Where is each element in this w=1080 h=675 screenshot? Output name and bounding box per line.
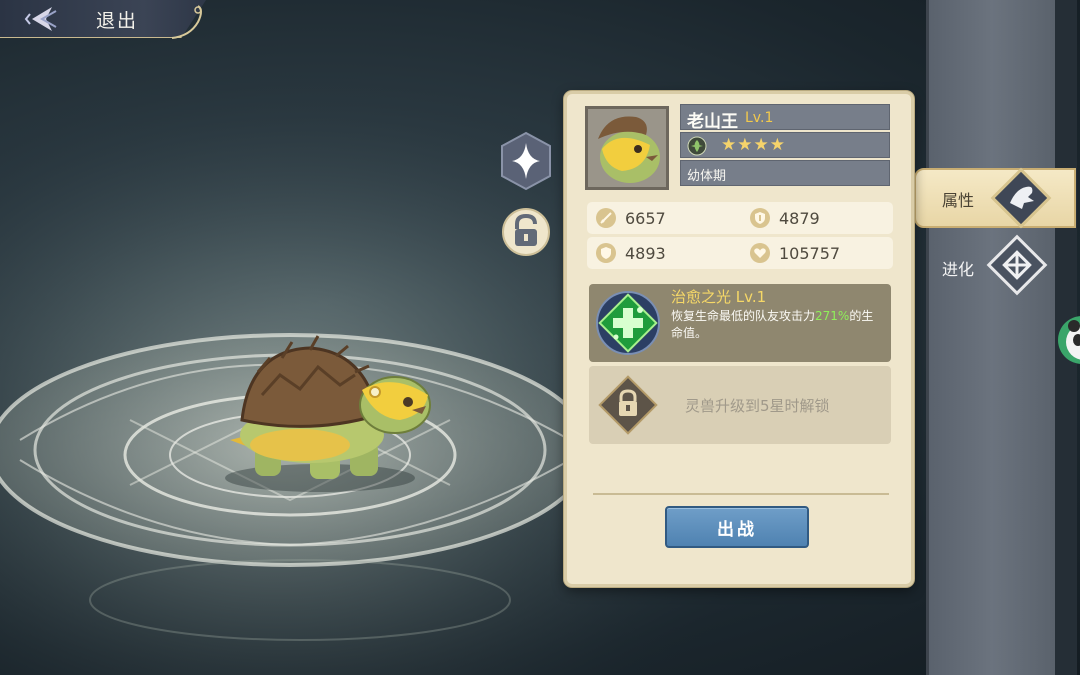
dragon-crest-icon bbox=[990, 167, 1052, 229]
sword-icon bbox=[596, 208, 616, 228]
skill-card-healing-light[interactable]: 治愈之光 Lv.1 恢复生命最低的队友攻击力271%的生命值。 bbox=[589, 284, 891, 362]
turtle-portrait-icon bbox=[588, 109, 666, 187]
tab-attributes[interactable]: 属性 bbox=[914, 167, 1076, 229]
panda-avatar-icon[interactable] bbox=[1056, 312, 1080, 368]
knot-crest-icon bbox=[986, 234, 1048, 296]
tab-attributes-label: 属性 bbox=[942, 191, 975, 210]
heart-icon bbox=[750, 243, 770, 263]
ornament-flourish-icon bbox=[171, 5, 202, 39]
back-arrow-icon bbox=[24, 7, 57, 31]
tab-evolution[interactable]: 进化 bbox=[930, 234, 1060, 296]
lock-toggle-button[interactable] bbox=[502, 208, 550, 256]
stat-armor-value: 4893 bbox=[625, 243, 666, 263]
locked-skill-text: 灵兽升级到5星时解锁 bbox=[685, 397, 830, 415]
stat-armor: 4893 bbox=[595, 237, 666, 269]
deploy-button[interactable]: 出战 bbox=[665, 506, 809, 548]
skill-level: Lv.1 bbox=[735, 288, 767, 306]
pet-portrait bbox=[585, 106, 669, 190]
side-tab-strip bbox=[926, 0, 1077, 675]
shield-icon bbox=[750, 208, 770, 228]
healing-cross-icon bbox=[596, 291, 660, 355]
exit-label: 退出 bbox=[96, 10, 139, 32]
stat-row-1: 6657 4879 bbox=[587, 202, 893, 234]
favorite-star-button[interactable] bbox=[498, 131, 554, 191]
pet-name-row: 老山王 Lv.1 bbox=[680, 104, 890, 132]
stat-row-2: 4893 105757 bbox=[587, 237, 893, 269]
skill-desc-before: 恢复生命最低的队友攻击力 bbox=[671, 309, 816, 323]
leaf-element-icon bbox=[687, 136, 707, 156]
pet-info-panel: 老山王 Lv.1 ★★★★ 幼体期 6657 4879 4893 105757 … bbox=[564, 91, 914, 587]
locked-skill-icon bbox=[598, 375, 658, 435]
skill-name: 治愈之光 bbox=[671, 288, 732, 306]
pet-name: 老山王 bbox=[687, 112, 738, 132]
pet-stage: 幼体期 bbox=[687, 169, 727, 184]
stat-defense-value: 4879 bbox=[779, 208, 820, 228]
stat-attack-value: 6657 bbox=[625, 208, 666, 228]
pet-star-row: ★★★★ bbox=[680, 132, 890, 158]
stat-hp-value: 105757 bbox=[779, 243, 841, 263]
skill-desc-highlight: 271% bbox=[815, 309, 850, 323]
armor-icon bbox=[596, 243, 616, 263]
skill-title: 治愈之光 Lv.1 bbox=[671, 286, 766, 307]
locked-skill-card[interactable]: 灵兽升级到5星时解锁 bbox=[589, 366, 891, 444]
stat-defense: 4879 bbox=[749, 202, 820, 234]
tab-evolution-label: 进化 bbox=[942, 260, 975, 279]
pet-level: Lv.1 bbox=[745, 110, 774, 126]
stat-hp: 105757 bbox=[749, 237, 840, 269]
skill-description: 恢复生命最低的队友攻击力271%的生命值。 bbox=[671, 308, 885, 342]
stat-attack: 6657 bbox=[595, 202, 666, 234]
panel-divider bbox=[593, 493, 889, 495]
pet-stage-row: 幼体期 bbox=[680, 160, 890, 186]
pet-stars: ★★★★ bbox=[721, 135, 786, 155]
